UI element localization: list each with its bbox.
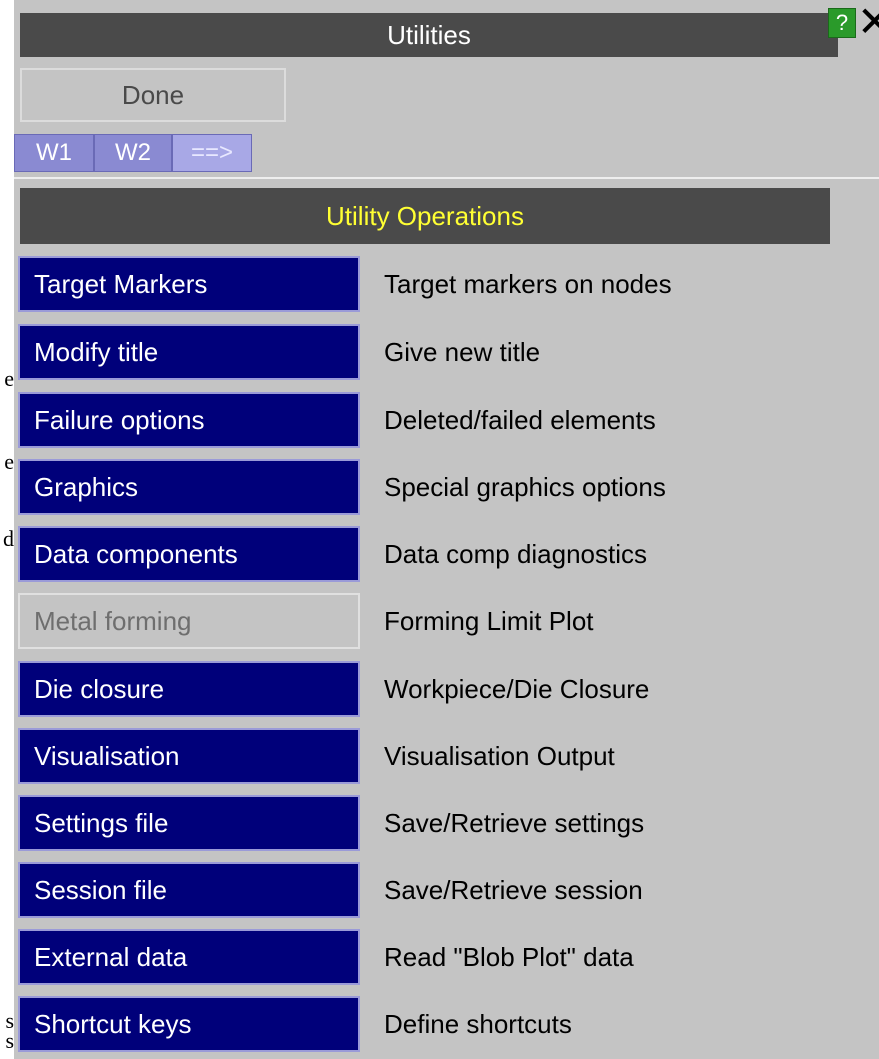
operation-description: Target markers on nodes: [384, 268, 672, 299]
operation-label: Metal forming: [34, 605, 192, 636]
operation-row: Metal forming Forming Limit Plot: [18, 593, 878, 651]
section-header: Utility Operations: [20, 188, 830, 244]
operation-description: Forming Limit Plot: [384, 605, 594, 636]
settings-file-button[interactable]: Settings file: [18, 795, 360, 851]
operation-description: Define shortcuts: [384, 1008, 572, 1039]
tab-w2[interactable]: W2: [94, 134, 172, 172]
operation-description: Read "Blob Plot" data: [384, 941, 634, 972]
background-text-fragment: s: [5, 1030, 14, 1052]
session-file-button[interactable]: Session file: [18, 862, 360, 918]
operation-row: Graphics Special graphics options: [18, 459, 878, 517]
panel-title-bar[interactable]: Utilities: [20, 13, 838, 57]
operation-row: Target Markers Target markers on nodes: [18, 256, 878, 314]
utilities-panel: Utilities ? ✕ Done W1 W2 ==> Utility Ope…: [14, 0, 879, 1059]
operation-description: Deleted/failed elements: [384, 404, 656, 435]
operation-label: External data: [34, 941, 188, 972]
close-button[interactable]: ✕: [857, 0, 879, 45]
done-button[interactable]: Done: [20, 68, 286, 122]
operation-label: Modify title: [34, 336, 159, 367]
operation-description: Give new title: [384, 336, 541, 367]
tab-w2-label: W2: [115, 139, 151, 166]
operation-label: Visualisation: [34, 740, 180, 771]
visualisation-button[interactable]: Visualisation: [18, 728, 360, 784]
operation-label: Target Markers: [34, 268, 208, 299]
operation-row: Visualisation Visualisation Output: [18, 728, 878, 786]
metal-forming-button: Metal forming: [18, 593, 360, 649]
close-icon: ✕: [857, 0, 879, 45]
operation-row: Shortcut keys Define shortcuts: [18, 996, 878, 1054]
divider: [14, 177, 879, 179]
tab-next-windows[interactable]: ==>: [172, 134, 252, 172]
operation-label: Session file: [34, 874, 167, 905]
operation-row: Settings file Save/Retrieve settings: [18, 795, 878, 853]
tab-next-label: ==>: [190, 139, 234, 166]
target-markers-button[interactable]: Target Markers: [18, 256, 360, 312]
tab-w1-label: W1: [36, 139, 72, 166]
modify-title-button[interactable]: Modify title: [18, 324, 360, 380]
background-text-fragment: s: [5, 1010, 14, 1032]
operation-row: External data Read "Blob Plot" data: [18, 929, 878, 987]
operation-label: Shortcut keys: [34, 1008, 192, 1039]
external-data-button[interactable]: External data: [18, 929, 360, 985]
operation-description: Visualisation Output: [384, 740, 615, 771]
background-text-fragment: e: [4, 451, 14, 473]
operation-label: Failure options: [34, 404, 205, 435]
tab-w1[interactable]: W1: [14, 134, 94, 172]
operation-row: Modify title Give new title: [18, 324, 878, 382]
help-button[interactable]: ?: [828, 8, 856, 38]
operation-description: Save/Retrieve settings: [384, 807, 645, 838]
operation-description: Save/Retrieve session: [384, 874, 643, 905]
operation-label: Graphics: [34, 471, 139, 502]
background-text-fragment: d: [3, 528, 14, 550]
operation-description: Workpiece/Die Closure: [384, 673, 650, 704]
help-icon: ?: [835, 10, 849, 35]
die-closure-button[interactable]: Die closure: [18, 661, 360, 717]
operation-description: Special graphics options: [384, 471, 666, 502]
operation-row: Failure options Deleted/failed elements: [18, 392, 878, 450]
operation-label: Die closure: [34, 673, 165, 704]
shortcut-keys-button[interactable]: Shortcut keys: [18, 996, 360, 1052]
operation-label: Data components: [34, 538, 238, 569]
panel-title: Utilities: [387, 19, 471, 50]
section-title: Utility Operations: [326, 200, 524, 231]
operation-row: Die closure Workpiece/Die Closure: [18, 661, 878, 719]
operation-label: Settings file: [34, 807, 169, 838]
background-text-fragment: e: [4, 368, 14, 390]
operation-description: Data comp diagnostics: [384, 538, 648, 569]
operation-row: Data components Data comp diagnostics: [18, 526, 878, 584]
graphics-button[interactable]: Graphics: [18, 459, 360, 515]
failure-options-button[interactable]: Failure options: [18, 392, 360, 448]
done-label: Done: [121, 79, 185, 110]
operation-row: Session file Save/Retrieve session: [18, 862, 878, 920]
data-components-button[interactable]: Data components: [18, 526, 360, 582]
